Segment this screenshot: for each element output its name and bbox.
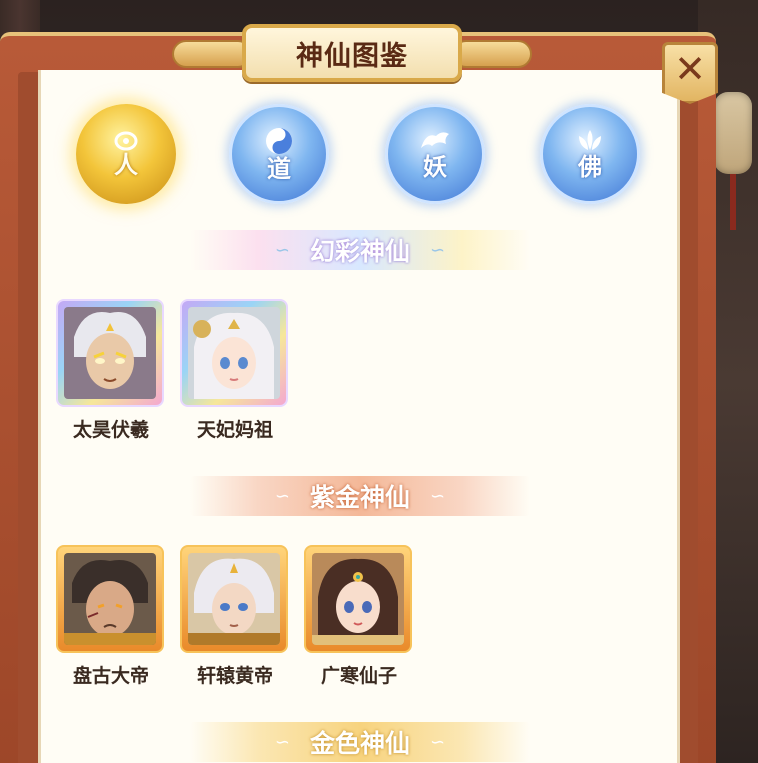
tab-ren[interactable]: 人	[76, 104, 176, 204]
hero-card-mazu[interactable]: 天妃妈祖	[180, 299, 290, 442]
hero-portrait	[64, 307, 156, 399]
fox-icon	[421, 132, 449, 148]
swirl-left-icon: ∽	[274, 731, 290, 753]
lotus-icon	[579, 129, 601, 150]
section-header-rainbow: ∽ 幻彩神仙 ∽	[190, 230, 530, 270]
hero-name: 广寒仙子	[320, 665, 397, 687]
page-title: 神仙图鉴	[296, 40, 408, 72]
hero-name: 天妃妈祖	[196, 419, 273, 441]
hero-frame	[56, 545, 164, 653]
yin-yang-icon	[266, 127, 292, 154]
lantern-decoration	[714, 92, 752, 174]
tab-dao-label: 道	[267, 154, 291, 183]
tab-fo[interactable]: 佛	[540, 104, 640, 204]
hero-frame	[180, 299, 288, 407]
hero-card-fuxi[interactable]: 太昊伏羲	[56, 299, 166, 442]
lantern-tassel	[730, 174, 736, 230]
hero-portrait	[312, 553, 404, 645]
tab-ren-label: 人	[114, 150, 138, 179]
swirl-left-icon: ∽	[274, 485, 290, 507]
title-scroll-right-ornament	[452, 40, 532, 68]
swirl-right-icon: ∽	[430, 239, 446, 261]
hero-frame	[304, 545, 412, 653]
title-plate: 神仙图鉴	[242, 24, 462, 82]
swirl-right-icon: ∽	[430, 731, 446, 753]
section-header-purple-gold: ∽ 紫金神仙 ∽	[190, 476, 530, 516]
tab-fo-label: 佛	[578, 152, 602, 181]
hero-card-xuanyuan[interactable]: 轩辕黄帝	[180, 545, 290, 688]
hero-frame	[56, 299, 164, 407]
close-icon: ✕	[674, 47, 706, 91]
hero-frame	[180, 545, 288, 653]
tab-yao-label: 妖	[423, 152, 447, 181]
section-header-gold: ∽ 金色神仙 ∽	[190, 722, 530, 762]
hero-portrait	[188, 307, 280, 399]
hero-name: 轩辕黄帝	[196, 665, 273, 687]
title-banner: 神仙图鉴	[172, 22, 532, 86]
tab-dao[interactable]: 道	[229, 104, 329, 204]
hero-card-guanghan[interactable]: 广寒仙子	[304, 545, 414, 688]
hero-portrait	[188, 553, 280, 645]
section-title: 金色神仙	[309, 729, 410, 758]
close-button[interactable]: ✕	[662, 42, 718, 104]
tab-yao[interactable]: 妖	[385, 104, 485, 204]
person-icon	[114, 131, 138, 151]
hero-name: 盘古大帝	[72, 665, 149, 687]
hero-card-pangu[interactable]: 盘古大帝	[56, 545, 166, 688]
hero-portrait	[64, 553, 156, 645]
section-title: 幻彩神仙	[309, 237, 410, 266]
title-scroll-left-ornament	[172, 40, 252, 68]
section-title: 紫金神仙	[309, 483, 410, 512]
swirl-right-icon: ∽	[430, 485, 446, 507]
swirl-left-icon: ∽	[274, 239, 290, 261]
hero-name: 太昊伏羲	[72, 419, 149, 441]
